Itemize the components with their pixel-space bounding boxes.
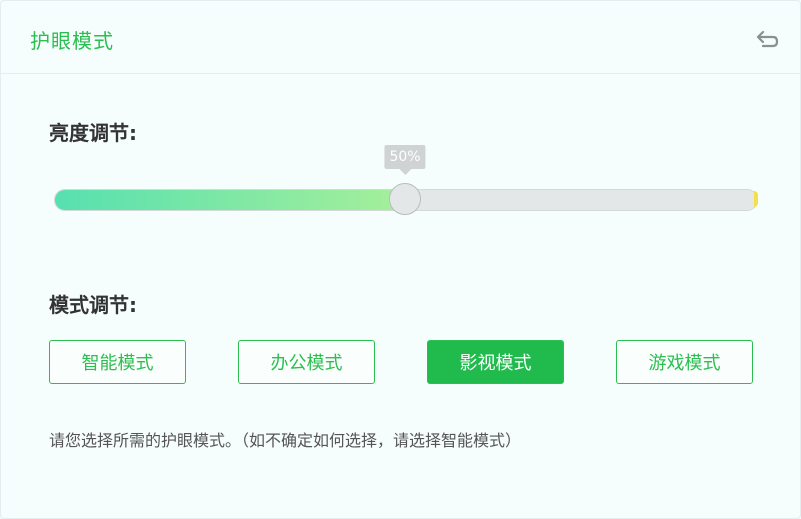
brightness-label: 亮度调节: xyxy=(49,121,137,145)
mode-button-office[interactable]: 办公模式 xyxy=(238,340,375,384)
mode-label: 模式调节: xyxy=(49,293,137,317)
mode-button-smart[interactable]: 智能模式 xyxy=(49,340,186,384)
undo-icon[interactable] xyxy=(753,25,779,51)
slider-fill xyxy=(55,190,406,210)
slider-thumb[interactable] xyxy=(389,183,421,215)
mode-button-movie[interactable]: 影视模式 xyxy=(427,340,564,384)
brightness-tooltip: 50% xyxy=(384,145,426,175)
panel-title: 护眼模式 xyxy=(30,29,114,53)
eye-protection-panel: 护眼模式 亮度调节: 50% 模式调节: 智能模式 办公模式 影视模式 游戏模式… xyxy=(0,0,801,519)
slider-track-end xyxy=(754,191,758,207)
mode-button-game[interactable]: 游戏模式 xyxy=(616,340,753,384)
brightness-slider[interactable] xyxy=(54,183,758,215)
mode-hint-text: 请您选择所需的护眼模式。（如不确定如何选择，请选择智能模式） xyxy=(49,431,522,450)
panel-header: 护眼模式 xyxy=(1,1,800,74)
